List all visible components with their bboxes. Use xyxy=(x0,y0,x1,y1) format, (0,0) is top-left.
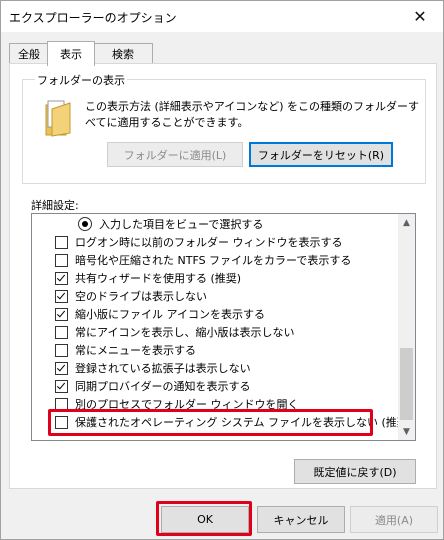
list-item-label: 空のドライブは表示しない xyxy=(75,290,207,303)
advanced-settings-list[interactable]: 入力した項目をビューで選択する ログオン時に以前のフォルダー ウィンドウを表示す… xyxy=(31,213,416,441)
list-item-label: 別のプロセスでフォルダー ウィンドウを開く xyxy=(75,398,299,411)
folder-icon xyxy=(45,100,71,137)
list-item[interactable]: 登録されている拡張子は表示しない xyxy=(32,359,415,377)
tab-search-label: 検索 xyxy=(112,48,134,61)
radio-select-typed-item[interactable] xyxy=(78,217,92,231)
list-item[interactable]: 常にメニューを表示する xyxy=(32,341,415,359)
apply-label: 適用(A) xyxy=(374,513,414,527)
list-item-label: 入力した項目をビューで選択する xyxy=(99,218,264,231)
checkbox-always-menus[interactable] xyxy=(55,343,68,357)
list-item-label: 登録されている拡張子は表示しない xyxy=(75,362,251,375)
reset-folders-label: フォルダーをリセット(R) xyxy=(257,148,385,162)
checkbox-hide-empty-drives[interactable] xyxy=(55,289,68,303)
list-item[interactable]: 暗号化や圧縮された NTFS ファイルをカラーで表示する xyxy=(32,251,415,269)
scroll-up-icon[interactable]: ▲ xyxy=(398,214,415,231)
list-item-label: 常にメニューを表示する xyxy=(75,344,196,357)
scroll-down-icon[interactable]: ▼ xyxy=(398,423,415,440)
checkbox-always-icons[interactable] xyxy=(55,325,68,339)
list-item[interactable]: 常にアイコンを表示し、縮小版は表示しない xyxy=(32,323,415,341)
apply-to-folders-button[interactable]: フォルダーに適用(L) xyxy=(107,142,243,167)
list-item-label: 暗号化や圧縮された NTFS ファイルをカラーで表示する xyxy=(75,254,352,267)
ok-button[interactable]: OK xyxy=(161,506,249,533)
list-item-label: ログオン時に以前のフォルダー ウィンドウを表示する xyxy=(75,236,343,249)
tab-general-label: 全般 xyxy=(18,48,40,61)
tab-search[interactable]: 検索 xyxy=(93,43,153,64)
advanced-settings-label: 詳細設定: xyxy=(31,199,79,212)
checkbox-thumbnail-icons[interactable] xyxy=(55,307,68,321)
tab-general[interactable]: 全般 xyxy=(9,43,49,64)
restore-defaults-label: 既定値に戻す(D) xyxy=(313,465,397,479)
cancel-label: キャンセル xyxy=(273,513,329,527)
list-item-label: 共有ウィザードを使用する (推奨) xyxy=(75,272,242,285)
list-item-label: 保護されたオペレーティング システム ファイルを表示しない (推奨) xyxy=(75,416,413,429)
list-item[interactable]: ログオン時に以前のフォルダー ウィンドウを表示する xyxy=(32,233,415,251)
list-item-label: 常にアイコンを表示し、縮小版は表示しない xyxy=(75,326,295,339)
restore-defaults-button[interactable]: 既定値に戻す(D) xyxy=(294,459,416,484)
scrollbar-thumb[interactable] xyxy=(400,348,413,420)
folder-views-legend: フォルダーの表示 xyxy=(35,72,127,88)
list-item[interactable]: 共有ウィザードを使用する (推奨) xyxy=(32,269,415,287)
checkbox-hide-extensions[interactable] xyxy=(55,361,68,375)
folder-views-description: この表示方法 (詳細表示やアイコンなど) をこの種類のフォルダーすべてに適用する… xyxy=(85,100,420,129)
apply-button[interactable]: 適用(A) xyxy=(350,506,438,533)
checkbox-hide-protected-os-files[interactable] xyxy=(55,415,68,429)
list-item[interactable]: 入力した項目をビューで選択する xyxy=(32,215,415,233)
list-item[interactable]: 縮小版にファイル アイコンを表示する xyxy=(32,305,415,323)
window-title: エクスプローラーのオプション xyxy=(9,11,177,25)
checkbox-restore-folders[interactable] xyxy=(55,235,68,249)
list-item-label: 縮小版にファイル アイコンを表示する xyxy=(75,308,265,321)
reset-folders-button[interactable]: フォルダーをリセット(R) xyxy=(249,142,393,167)
list-item[interactable]: 保護されたオペレーティング システム ファイルを表示しない (推奨) xyxy=(32,413,415,431)
list-item[interactable]: 別のプロセスでフォルダー ウィンドウを開く xyxy=(32,395,415,413)
list-item[interactable]: 同期プロバイダーの通知を表示する xyxy=(32,377,415,395)
options-dialog: エクスプローラーのオプション ✕ 全般 表示 検索 フォルダーの表示 この表示方… xyxy=(0,0,444,540)
close-icon[interactable]: ✕ xyxy=(397,1,443,32)
checkbox-sync-notifications[interactable] xyxy=(55,379,68,393)
vertical-scrollbar[interactable]: ▲ ▼ xyxy=(398,214,415,440)
list-item[interactable]: 空のドライブは表示しない xyxy=(32,287,415,305)
folder-views-group: フォルダーの表示 xyxy=(22,72,426,184)
checkbox-separate-process[interactable] xyxy=(55,397,68,411)
apply-to-folders-label: フォルダーに適用(L) xyxy=(123,148,227,162)
tab-view[interactable]: 表示 xyxy=(47,41,95,66)
cancel-button[interactable]: キャンセル xyxy=(257,506,345,533)
checkbox-sharing-wizard[interactable] xyxy=(55,271,68,285)
checkbox-ntfs-color[interactable] xyxy=(55,253,68,267)
list-item-label: 同期プロバイダーの通知を表示する xyxy=(75,380,251,393)
tab-view-label: 表示 xyxy=(60,48,82,61)
ok-label: OK xyxy=(197,513,213,526)
title-bar: エクスプローラーのオプション ✕ xyxy=(1,1,443,32)
